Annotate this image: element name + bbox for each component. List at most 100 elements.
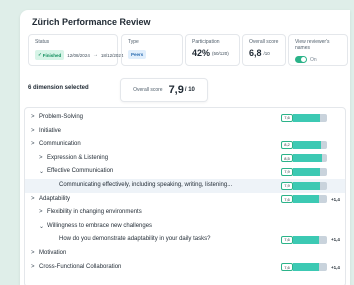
overall-score-label: Overall score bbox=[249, 39, 279, 45]
overall-box-label: Overall score bbox=[133, 87, 163, 93]
tree-row[interactable]: > Communication 8,2 bbox=[25, 138, 345, 152]
tree-row-label: Cross-Functional Collaboration bbox=[39, 263, 122, 270]
score-bar-fill bbox=[293, 113, 320, 122]
dimension-tree: > Problem-Solving 7,6 > Initiative > Communica… bbox=[24, 107, 346, 285]
overall-score-card: Overall score 6,8 /10 bbox=[242, 34, 286, 66]
status-badge: ✓ Finished bbox=[35, 50, 65, 60]
tree-row-label: Flexibility in changing environments bbox=[47, 209, 142, 216]
tree-row-label: How do you demonstrate adaptability in y… bbox=[59, 236, 211, 243]
chevron-down-icon[interactable]: ⌄ bbox=[39, 168, 44, 175]
score-bar-track bbox=[293, 181, 327, 190]
overall-score-value: 6,8 bbox=[249, 48, 262, 58]
tree-row[interactable]: > Adaptability 7,6 +1,4 bbox=[25, 193, 345, 207]
score-bar-fill bbox=[293, 167, 320, 176]
participation-card: Participation 42% (50/120) bbox=[185, 34, 240, 66]
chevron-right-icon[interactable]: > bbox=[31, 114, 35, 120]
chevron-right-icon[interactable]: > bbox=[31, 128, 35, 134]
status-value: Finished bbox=[42, 52, 62, 58]
chevron-down-icon[interactable]: ⌄ bbox=[39, 223, 44, 230]
score-bar: 7,9 bbox=[281, 181, 329, 190]
overall-score-box: Overall score 7,9 / 10 bbox=[120, 78, 208, 102]
tree-row[interactable]: ⌄ Willingness to embrace new challenges bbox=[25, 220, 345, 234]
chevron-right-icon[interactable]: > bbox=[39, 155, 43, 161]
score-bar: 7,6 bbox=[281, 263, 329, 272]
reviewer-names-card: View reviewer's names On bbox=[288, 34, 348, 66]
tree-row[interactable]: > Expression & Listening 8,5 bbox=[25, 152, 345, 166]
score-bar-fill bbox=[293, 235, 319, 244]
score-chip: 7,6 bbox=[281, 235, 293, 244]
score-bar: 7,6 bbox=[281, 113, 329, 122]
score-delta: +1,4 bbox=[331, 264, 340, 270]
participation-label: Participation bbox=[192, 39, 220, 45]
score-bar: 7,6 bbox=[281, 235, 329, 244]
overall-score-of: /10 bbox=[263, 50, 270, 56]
tree-row-label: Problem-Solving bbox=[39, 114, 84, 120]
tree-row[interactable]: How do you demonstrate adaptability in y… bbox=[25, 233, 345, 247]
arrow-right-icon: → bbox=[92, 52, 98, 58]
start-date: 12/08/2024 bbox=[67, 52, 90, 58]
tree-row-label: Initiative bbox=[39, 127, 62, 134]
tree-row-label: Motivation bbox=[39, 250, 67, 256]
score-bar: 7,9 bbox=[281, 167, 329, 176]
reviewer-names-toggle[interactable] bbox=[295, 56, 307, 63]
score-bar-track bbox=[293, 235, 327, 244]
tree-row-label: Communication bbox=[39, 141, 81, 148]
tree-row[interactable]: > Flexibility in changing environments bbox=[25, 206, 345, 220]
score-bar: 8,2 bbox=[281, 140, 329, 149]
status-label: Status bbox=[35, 39, 50, 45]
chevron-right-icon[interactable]: > bbox=[31, 250, 35, 256]
tree-row[interactable]: Communicating effectively, including spe… bbox=[25, 179, 345, 193]
score-bar: 7,6 bbox=[281, 195, 329, 204]
score-chip: 7,9 bbox=[281, 167, 293, 176]
reviewer-names-label: View reviewer's names bbox=[295, 39, 330, 51]
score-bar-fill bbox=[293, 154, 322, 163]
score-delta: +1,4 bbox=[331, 196, 340, 202]
type-card: Type Peers bbox=[121, 34, 183, 66]
tree-row-label: Adaptability bbox=[39, 195, 71, 202]
score-chip: 8,5 bbox=[281, 154, 293, 163]
score-chip: 8,2 bbox=[281, 140, 293, 149]
chevron-right-icon[interactable]: > bbox=[31, 196, 35, 202]
end-date: 18/12/2024 bbox=[100, 52, 124, 58]
toggle-state: On bbox=[310, 56, 317, 63]
tree-row-label: Communicating effectively, including spe… bbox=[59, 182, 233, 188]
score-delta: +1,4 bbox=[331, 237, 340, 243]
chevron-right-icon[interactable]: > bbox=[31, 264, 35, 270]
score-chip: 7,6 bbox=[281, 263, 293, 272]
chevron-right-icon[interactable]: > bbox=[39, 209, 43, 215]
score-bar-fill bbox=[293, 140, 321, 149]
score-bar-track bbox=[293, 263, 327, 272]
score-bar-track bbox=[293, 140, 327, 149]
score-bar: 8,5 bbox=[281, 154, 329, 163]
score-chip: 7,9 bbox=[281, 181, 293, 190]
tree-row[interactable]: > Problem-Solving 7,6 bbox=[25, 111, 345, 125]
score-bar-track bbox=[293, 154, 327, 163]
participation-value: 42% bbox=[192, 48, 211, 58]
score-chip: 7,6 bbox=[281, 113, 293, 122]
type-badge: Peers bbox=[128, 50, 147, 59]
overall-box-of: / 10 bbox=[184, 87, 195, 93]
overall-box-value: 7,9 bbox=[168, 84, 184, 96]
selected-count: 6 dimension selected bbox=[28, 85, 89, 91]
check-icon: ✓ bbox=[38, 52, 42, 57]
tree-row[interactable]: > Motivation bbox=[25, 247, 345, 261]
score-bar-track bbox=[293, 113, 327, 122]
tree-row-label: Expression & Listening bbox=[47, 154, 109, 161]
tree-row[interactable]: ⌄ Effective Communication 7,9 bbox=[25, 165, 345, 179]
score-bar-track bbox=[293, 195, 327, 204]
score-chip: 7,6 bbox=[281, 195, 293, 204]
score-bar-fill bbox=[293, 195, 319, 204]
tree-row-label: Effective Communication bbox=[47, 168, 114, 175]
score-bar-fill bbox=[293, 263, 319, 272]
score-bar-fill bbox=[293, 181, 320, 190]
tree-row[interactable]: > Initiative bbox=[25, 125, 345, 139]
status-card: Status ✓ Finished 12/08/2024 → 18/12/202… bbox=[28, 34, 123, 66]
type-label: Type bbox=[128, 39, 139, 45]
score-bar-track bbox=[293, 167, 327, 176]
review-card: Zürich Performance Review Status ✓ Finis… bbox=[20, 10, 350, 285]
participation-detail: (50/120) bbox=[212, 50, 229, 56]
tree-row[interactable]: > Cross-Functional Collaboration 7,6 +1,4 bbox=[25, 261, 345, 275]
chevron-right-icon[interactable]: > bbox=[31, 141, 35, 147]
page-title: Zürich Performance Review bbox=[32, 17, 151, 27]
tree-row-label: Willingness to embrace new challenges bbox=[47, 222, 153, 229]
